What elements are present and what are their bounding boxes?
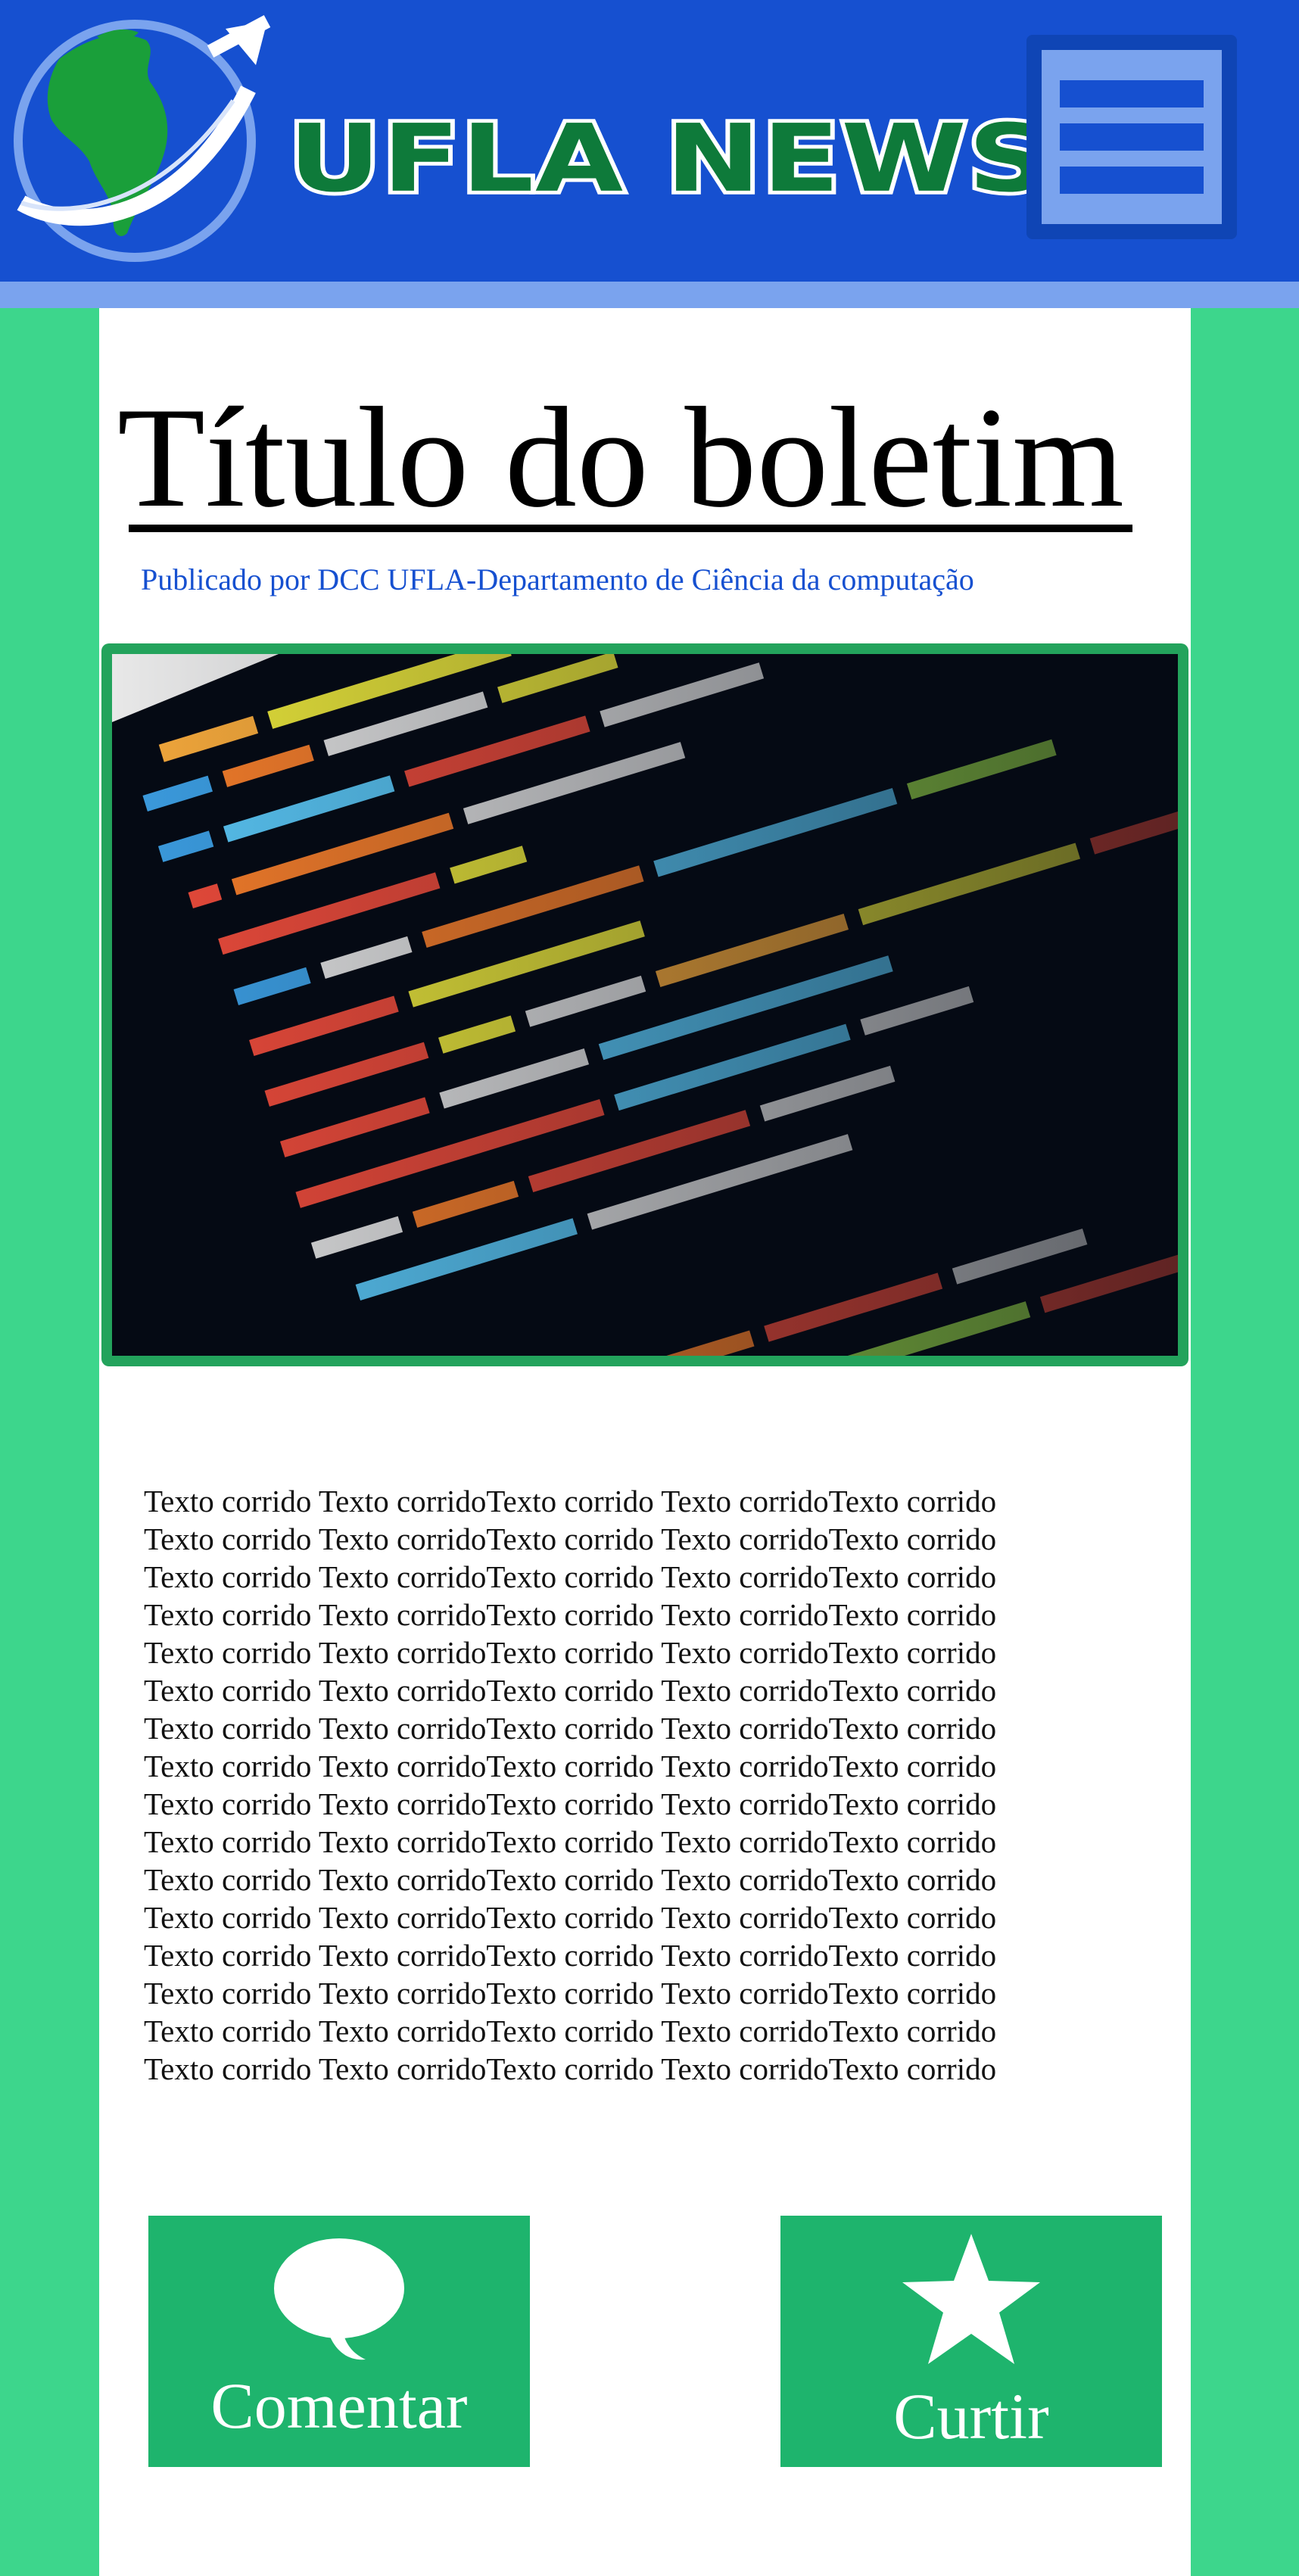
menu-bar (1060, 80, 1204, 108)
speech-bubble-icon (271, 2234, 407, 2366)
body-line: Texto corrido Texto corridoTexto corrido… (144, 1938, 997, 1973)
body-line: Texto corrido Texto corridoTexto corrido… (144, 1976, 997, 2011)
comment-button[interactable]: Comentar (148, 2216, 530, 2467)
article-byline: Publicado por DCC UFLA-Departamento de C… (141, 562, 974, 596)
comment-button-label: Comentar (210, 2369, 468, 2442)
article-body: Texto corrido Texto corridoTexto corrido… (144, 1482, 1158, 2088)
body-line: Texto corrido Texto corridoTexto corrido… (144, 1786, 997, 1821)
like-button[interactable]: Curtir (780, 2216, 1162, 2467)
brand-title: UFLA NEWS (284, 104, 1054, 213)
menu-icon-body (1042, 50, 1222, 224)
menu-bar (1060, 166, 1204, 194)
article-image-frame (101, 643, 1188, 1366)
body-line: Texto corrido Texto corridoTexto corrido… (144, 1673, 997, 1708)
body-line: Texto corrido Texto corridoTexto corrido… (144, 1559, 997, 1594)
body-line: Texto corrido Texto corridoTexto corrido… (144, 2051, 997, 2086)
body-line: Texto corrido Texto corridoTexto corrido… (144, 1749, 997, 1783)
body-line: Texto corrido Texto corridoTexto corrido… (144, 2014, 997, 2048)
brand-logo[interactable]: UFLA NEWS (284, 83, 1054, 235)
menu-bar (1060, 123, 1204, 151)
body-line: Texto corrido Texto corridoTexto corrido… (144, 1484, 997, 1519)
body-line: Texto corrido Texto corridoTexto corrido… (144, 1635, 997, 1670)
title-underline (129, 525, 1132, 532)
globe-logo-icon[interactable] (6, 6, 288, 263)
body-line: Texto corrido Texto corridoTexto corrido… (144, 1597, 997, 1632)
body-line: Texto corrido Texto corridoTexto corrido… (144, 1522, 997, 1556)
body-line: Texto corrido Texto corridoTexto corrido… (144, 1824, 997, 1859)
hamburger-menu-icon[interactable] (1026, 35, 1237, 239)
code-screenshot-image (112, 654, 1178, 1356)
like-button-label: Curtir (893, 2380, 1049, 2453)
star-icon (899, 2234, 1043, 2370)
header-divider (0, 282, 1299, 308)
body-line: Texto corrido Texto corridoTexto corrido… (144, 1900, 997, 1935)
body-line: Texto corrido Texto corridoTexto corrido… (144, 1711, 997, 1746)
body-line: Texto corrido Texto corridoTexto corrido… (144, 1862, 997, 1897)
article-title: Título do boletim (117, 378, 1124, 537)
